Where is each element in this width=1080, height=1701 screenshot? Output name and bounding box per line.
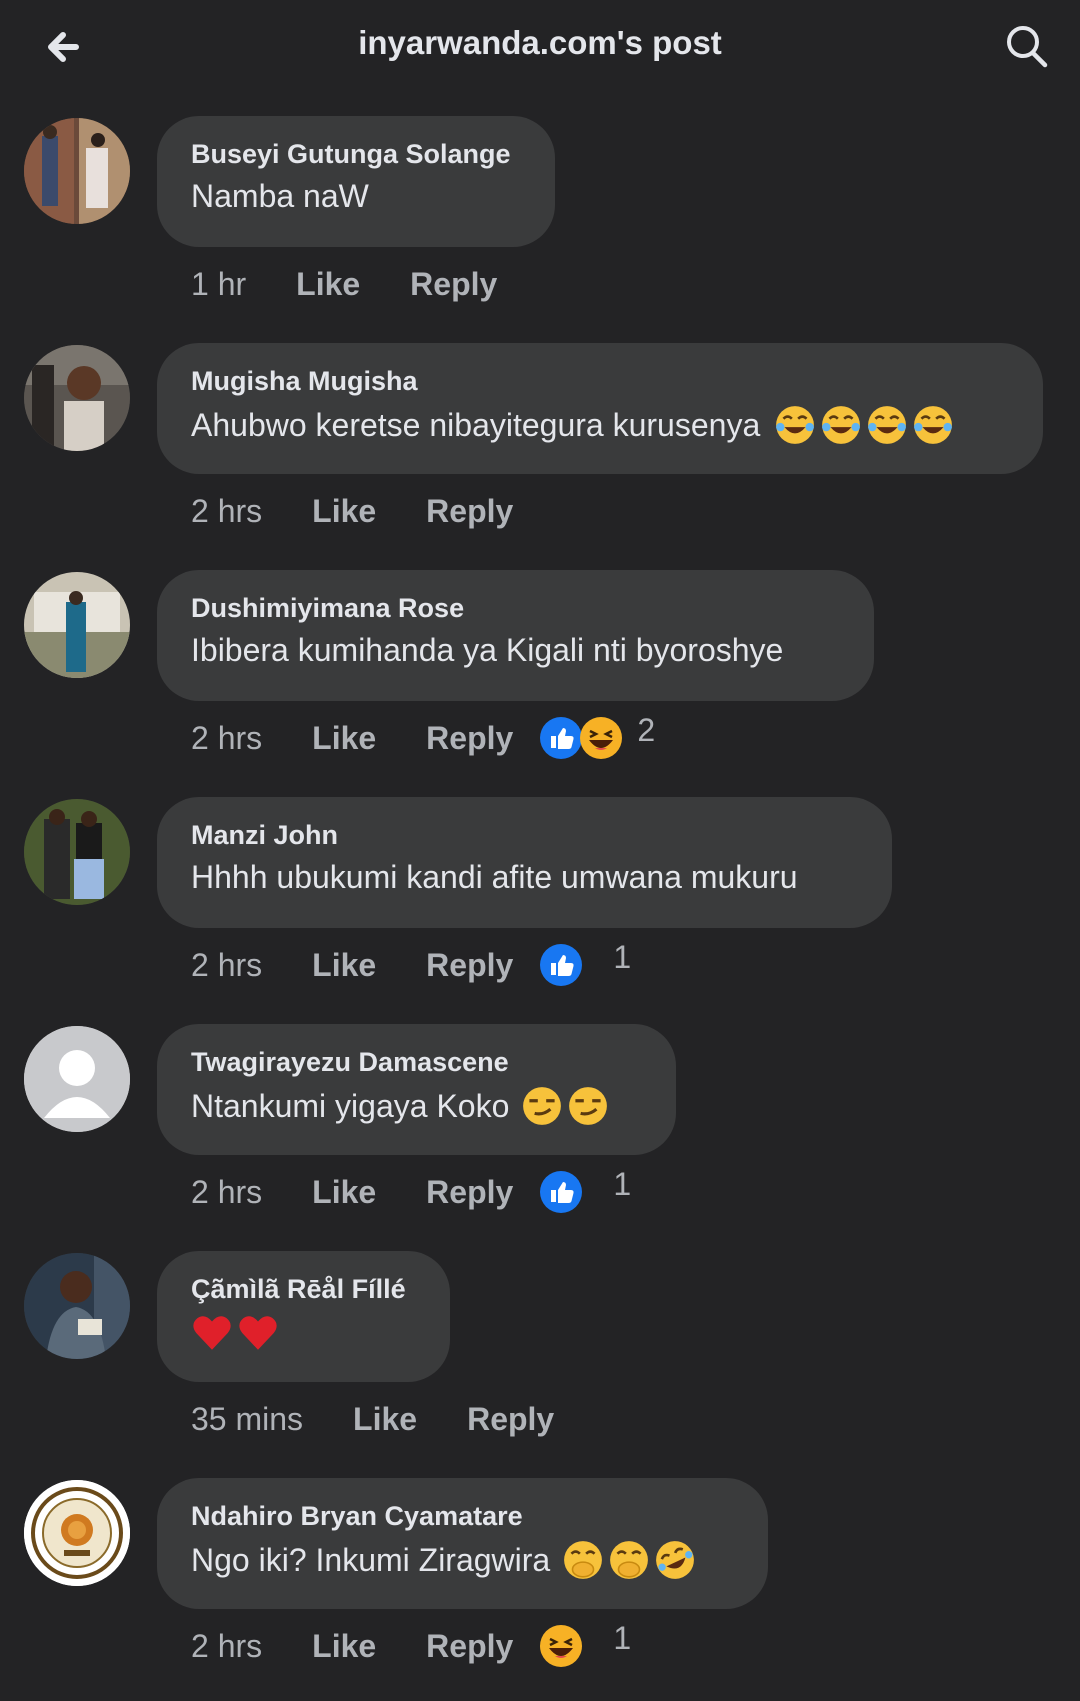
comment-text: Ngo iki? Inkumi Ziragwira: [191, 1539, 732, 1581]
reply-button[interactable]: Reply: [426, 947, 513, 984]
like-reaction-icon: [540, 717, 583, 759]
tears-of-joy-emoji-icon: [822, 406, 861, 444]
avatar[interactable]: [24, 1026, 130, 1132]
comment-text: Ibibera kumihanda ya Kigali nti byoroshy…: [191, 631, 838, 669]
comment-author[interactable]: Twagirayezu Damascene: [191, 1046, 640, 1078]
like-button[interactable]: Like: [353, 1401, 417, 1438]
reaction-summary[interactable]: 1: [539, 1620, 631, 1668]
comment-body: Hhhh ubukumi kandi afite umwana mukuru: [191, 859, 798, 895]
comment-actions: 35 mins Like Reply: [191, 1397, 604, 1441]
reaction-summary[interactable]: 1: [539, 939, 631, 987]
smirk-emoji-icon: [569, 1087, 608, 1125]
comment-text: Ntankumi yigaya Koko: [191, 1085, 640, 1127]
comment-item: Manzi John Hhhh ubukumi kandi afite umwa…: [0, 793, 1080, 1020]
comment-time[interactable]: 2 hrs: [191, 1174, 262, 1211]
comment-author[interactable]: Dushimiyimana Rose: [191, 592, 838, 624]
comment-body: Ngo iki? Inkumi Ziragwira: [191, 1542, 551, 1578]
like-button[interactable]: Like: [312, 1174, 376, 1211]
comment-text: [191, 1312, 414, 1354]
comment-time[interactable]: 2 hrs: [191, 493, 262, 530]
comment-item: Dushimiyimana Rose Ibibera kumihanda ya …: [0, 566, 1080, 793]
tears-of-joy-emoji-icon: [914, 406, 953, 444]
comment-bubble: Twagirayezu Damascene Ntankumi yigaya Ko…: [157, 1024, 676, 1155]
reply-button[interactable]: Reply: [426, 1628, 513, 1665]
rolling-laughing-emoji-icon: [656, 1541, 695, 1579]
like-button[interactable]: Like: [312, 1628, 376, 1665]
tears-of-joy-emoji-icon: [776, 406, 815, 444]
comment-bubble: Buseyi Gutunga Solange Namba naW: [157, 116, 555, 247]
reaction-count[interactable]: 1: [613, 1166, 631, 1203]
avatar[interactable]: [24, 799, 130, 905]
reply-button[interactable]: Reply: [426, 1174, 513, 1211]
comment-time[interactable]: 2 hrs: [191, 947, 262, 984]
comment-actions: 2 hrs Like Reply 1: [191, 1620, 631, 1668]
comment-item: Buseyi Gutunga Solange Namba naW 1 hr Li…: [0, 112, 1080, 339]
comment-author[interactable]: Ndahiro Bryan Cyamatare: [191, 1500, 732, 1532]
comment-bubble: Manzi John Hhhh ubukumi kandi afite umwa…: [157, 797, 892, 928]
comment-time[interactable]: 2 hrs: [191, 720, 262, 757]
smirk-emoji-icon: [523, 1087, 562, 1125]
tears-of-joy-emoji-icon: [868, 406, 907, 444]
comment-text: Hhhh ubukumi kandi afite umwana mukuru: [191, 858, 856, 896]
like-button[interactable]: Like: [312, 947, 376, 984]
comment-author[interactable]: Buseyi Gutunga Solange: [191, 138, 519, 170]
comment-author[interactable]: Çãmìlã Rēål Fíllé: [191, 1273, 414, 1305]
haha-reaction-icon: [580, 717, 623, 759]
reply-button[interactable]: Reply: [467, 1401, 554, 1438]
top-bar: inyarwanda.com's post: [0, 0, 1080, 96]
haha-reaction-icon: [540, 1625, 583, 1667]
comment-item: Çãmìlã Rēål Fíllé 35 mins Like Reply: [0, 1247, 1080, 1474]
red-heart-emoji-icon: [193, 1316, 231, 1350]
like-button[interactable]: Like: [312, 720, 376, 757]
reply-button[interactable]: Reply: [426, 493, 513, 530]
reaction-count[interactable]: 1: [613, 1620, 631, 1657]
comment-time[interactable]: 35 mins: [191, 1401, 303, 1438]
comment-bubble: Mugisha Mugisha Ahubwo keretse nibayiteg…: [157, 343, 1043, 474]
reaction-summary[interactable]: 1: [539, 1166, 631, 1214]
reply-button[interactable]: Reply: [410, 266, 497, 303]
hand-over-mouth-emoji-icon: [610, 1541, 649, 1579]
comments-list: Buseyi Gutunga Solange Namba naW 1 hr Li…: [0, 112, 1080, 1701]
reaction-count[interactable]: 2: [637, 712, 655, 749]
comment-author[interactable]: Manzi John: [191, 819, 856, 851]
avatar[interactable]: [24, 572, 130, 678]
like-button[interactable]: Like: [312, 493, 376, 530]
avatar[interactable]: [24, 1480, 130, 1586]
search-icon[interactable]: [1002, 22, 1052, 72]
reaction-summary[interactable]: 2: [539, 712, 655, 760]
comment-text: Ahubwo keretse nibayitegura kurusenya: [191, 404, 1007, 446]
page-title: inyarwanda.com's post: [358, 24, 722, 61]
comment-actions: 2 hrs Like Reply 2: [191, 712, 655, 760]
comment-text: Namba naW: [191, 177, 519, 215]
like-button[interactable]: Like: [296, 266, 360, 303]
comment-body: Ntankumi yigaya Koko: [191, 1088, 510, 1124]
comment-actions: 2 hrs Like Reply 1: [191, 1166, 631, 1214]
comment-body: Ibibera kumihanda ya Kigali nti byoroshy…: [191, 632, 784, 668]
comment-actions: 1 hr Like Reply: [191, 262, 547, 306]
comment-body: Namba naW: [191, 178, 369, 214]
comment-bubble: Dushimiyimana Rose Ibibera kumihanda ya …: [157, 570, 874, 701]
comment-bubble: Ndahiro Bryan Cyamatare Ngo iki? Inkumi …: [157, 1478, 768, 1609]
like-reaction-icon: [540, 944, 583, 986]
comment-body: Ahubwo keretse nibayitegura kurusenya: [191, 407, 761, 443]
red-heart-emoji-icon: [239, 1316, 277, 1350]
comment-actions: 2 hrs Like Reply: [191, 489, 563, 533]
hand-over-mouth-emoji-icon: [564, 1541, 603, 1579]
comment-time[interactable]: 2 hrs: [191, 1628, 262, 1665]
comment-item: Mugisha Mugisha Ahubwo keretse nibayiteg…: [0, 339, 1080, 566]
avatar[interactable]: [24, 1253, 130, 1359]
comment-item: Ndahiro Bryan Cyamatare Ngo iki? Inkumi …: [0, 1474, 1080, 1701]
reaction-count[interactable]: 1: [613, 939, 631, 976]
avatar[interactable]: [24, 345, 130, 451]
comment-bubble: Çãmìlã Rēål Fíllé: [157, 1251, 450, 1382]
comment-actions: 2 hrs Like Reply 1: [191, 939, 631, 987]
avatar[interactable]: [24, 118, 130, 224]
comment-item: Twagirayezu Damascene Ntankumi yigaya Ko…: [0, 1020, 1080, 1247]
like-reaction-icon: [540, 1171, 583, 1213]
reply-button[interactable]: Reply: [426, 720, 513, 757]
comment-author[interactable]: Mugisha Mugisha: [191, 365, 1007, 397]
comment-time[interactable]: 1 hr: [191, 266, 246, 303]
